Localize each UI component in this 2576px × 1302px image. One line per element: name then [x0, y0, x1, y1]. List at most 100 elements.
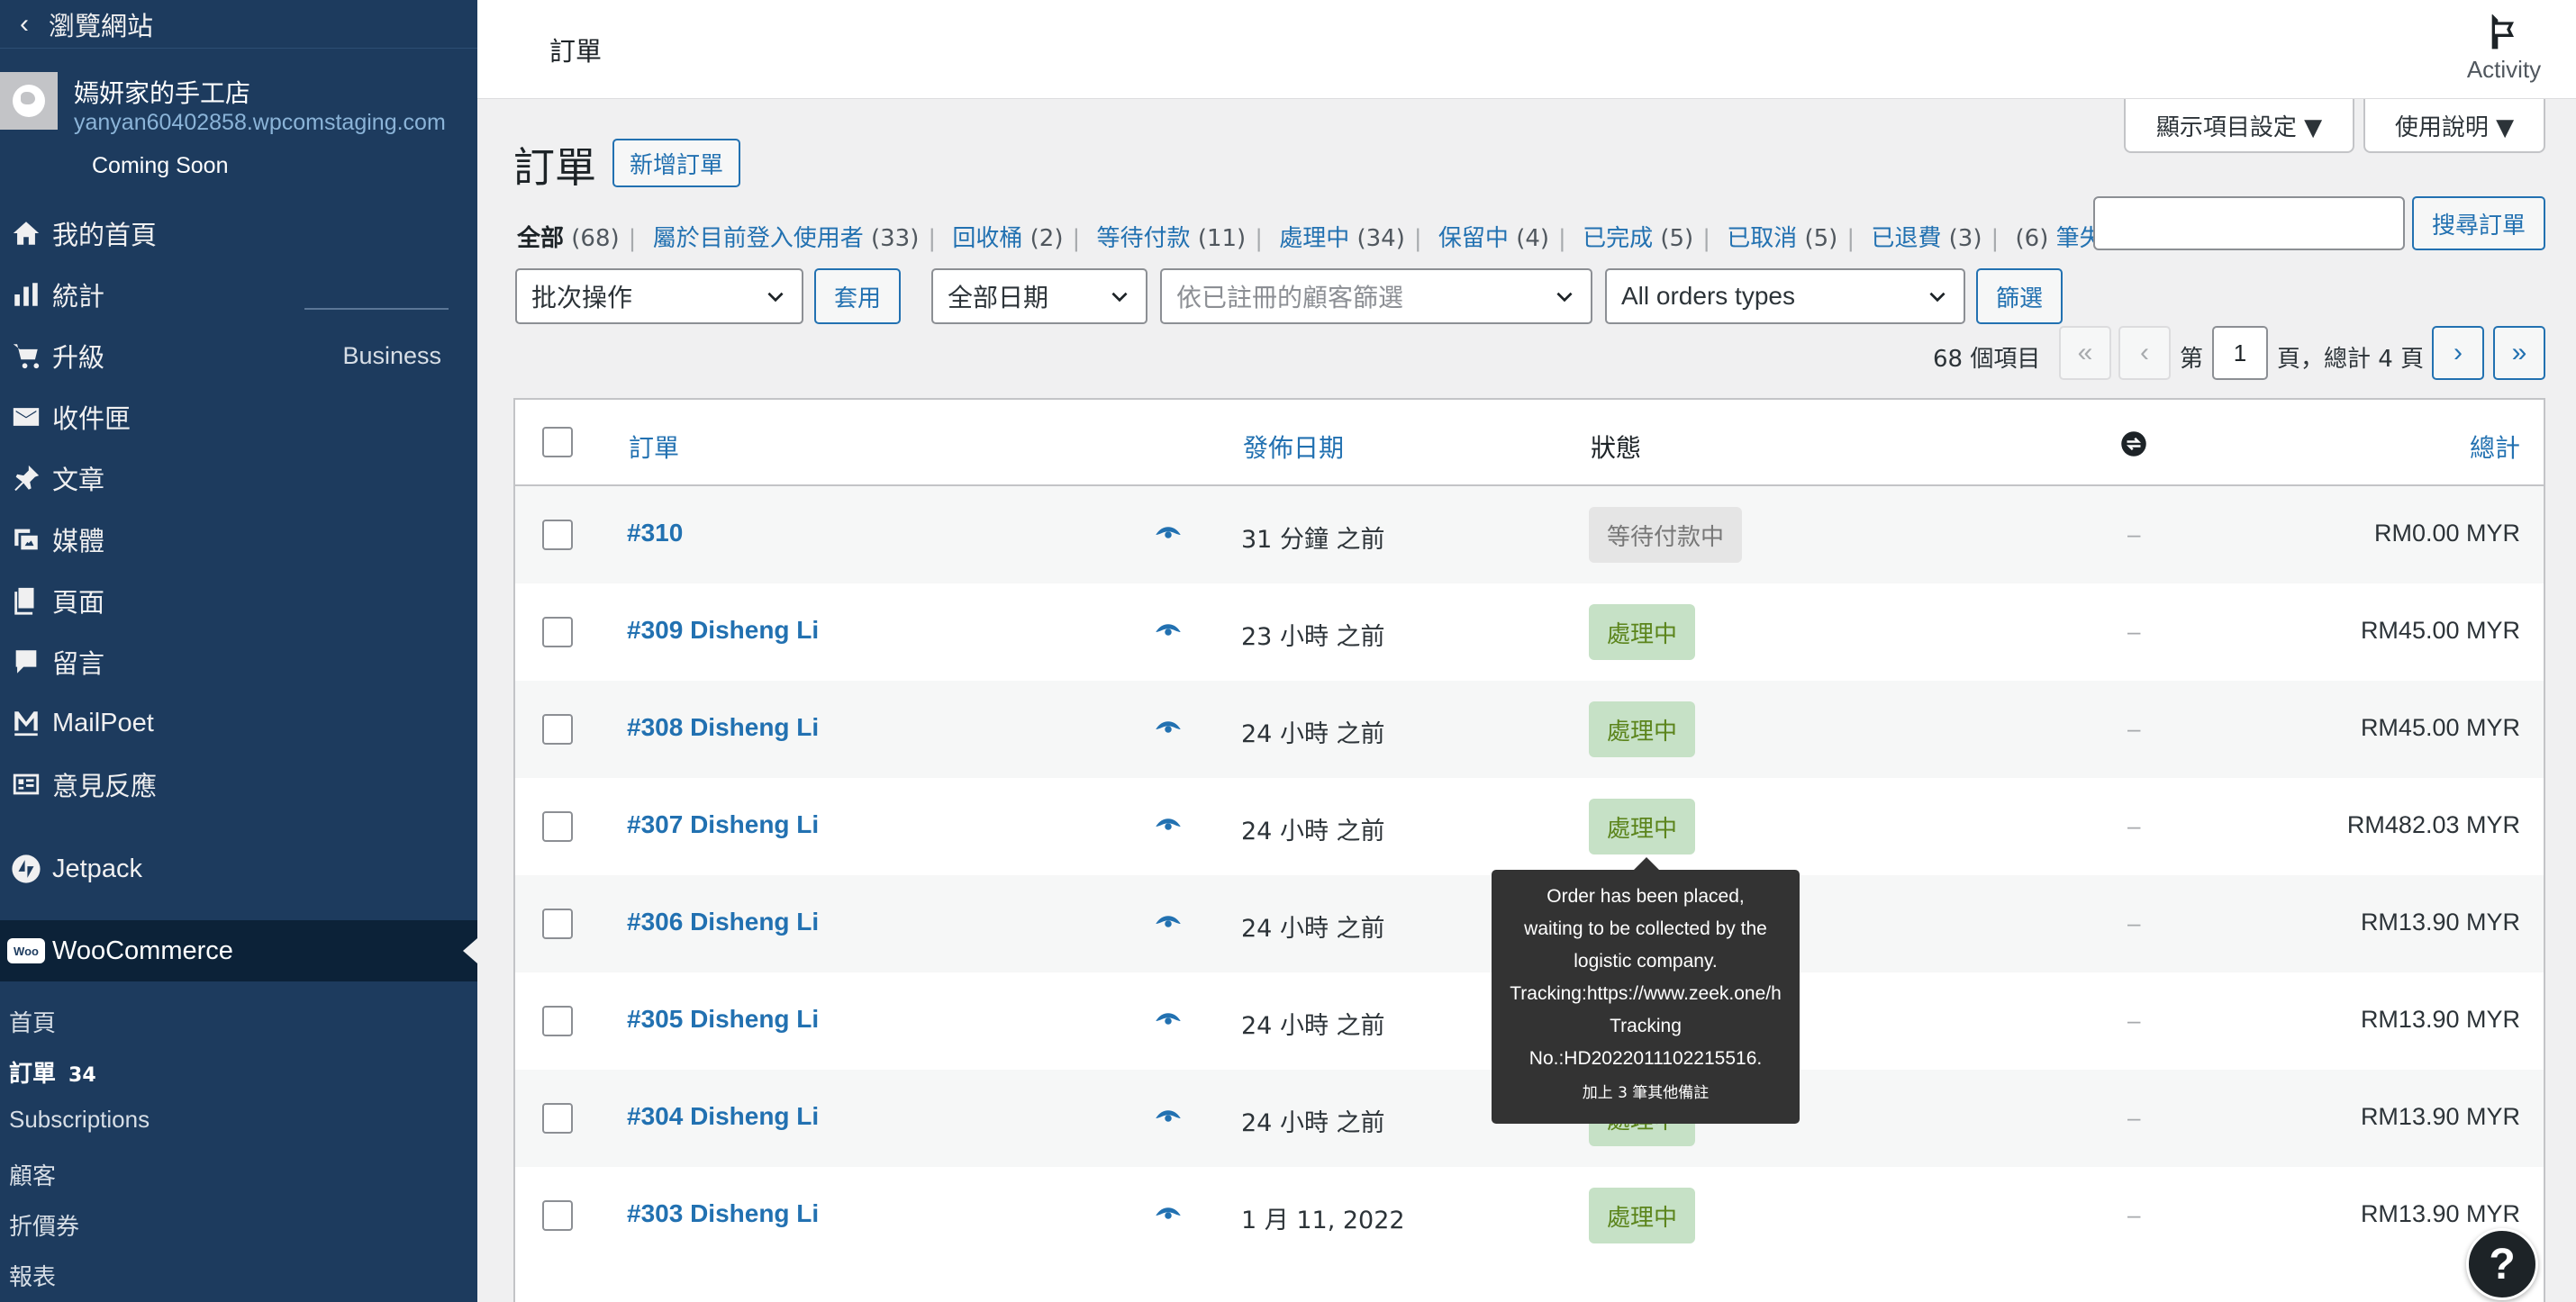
- column-order[interactable]: 訂單: [629, 429, 679, 465]
- bulk-actions-select[interactable]: 批次操作: [515, 268, 803, 324]
- row-checkbox[interactable]: [542, 714, 573, 745]
- row-checkbox[interactable]: [542, 1200, 573, 1231]
- eye-icon[interactable]: [1155, 910, 1182, 937]
- order-total: RM0.00 MYR: [2373, 520, 2520, 547]
- current-page-input[interactable]: 1: [2212, 326, 2268, 380]
- order-date: 24 小時 之前: [1241, 1012, 1385, 1040]
- site-switcher[interactable]: 嫣妍家的手工店 yanyan60402858.wpcomstaging.com …: [0, 65, 477, 191]
- sidebar-item-mailpoet[interactable]: MailPoet: [0, 693, 477, 753]
- pin-icon: [0, 463, 52, 493]
- row-checkbox[interactable]: [542, 520, 573, 550]
- last-page-button[interactable]: »: [2493, 326, 2545, 380]
- sidebar-item-jetpack[interactable]: Jetpack: [0, 839, 477, 899]
- sidebar-item-comments[interactable]: 留言: [0, 632, 477, 692]
- order-link[interactable]: #310: [627, 519, 683, 547]
- filter-trash[interactable]: 回收桶: [952, 225, 1022, 252]
- row-checkbox[interactable]: [542, 909, 573, 939]
- row-checkbox[interactable]: [542, 1103, 573, 1134]
- submenu-customers[interactable]: 顧客: [9, 1158, 56, 1191]
- first-page-button[interactable]: «: [2059, 326, 2111, 380]
- order-link[interactable]: #308 Disheng Li: [627, 713, 819, 742]
- eye-icon[interactable]: [1155, 619, 1182, 646]
- sidebar-item-stats[interactable]: 統計: [0, 265, 477, 324]
- sidebar-item-my-home[interactable]: 我的首頁: [0, 203, 477, 263]
- help-button[interactable]: ?: [2466, 1228, 2538, 1300]
- filter-cancelled-count: (5): [1804, 225, 1838, 252]
- chevron-down-icon: [1556, 292, 1573, 303]
- top-bar: 訂單 Activity: [477, 0, 2576, 99]
- column-date[interactable]: 發佈日期: [1243, 429, 1344, 465]
- eye-icon[interactable]: [1155, 813, 1182, 840]
- order-search-input[interactable]: [2093, 196, 2405, 250]
- status-badge: 處理中: [1589, 701, 1696, 757]
- order-link[interactable]: #307 Disheng Li: [627, 810, 819, 839]
- add-order-button[interactable]: 新增訂單: [612, 139, 740, 187]
- order-link[interactable]: #305 Disheng Li: [627, 1005, 819, 1034]
- table-row[interactable]: #303 Disheng Li 1 月 11, 2022 處理中 – RM13.90 M…: [515, 1167, 2544, 1264]
- filter-mine[interactable]: 屬於目前登入使用者: [653, 225, 864, 252]
- order-link[interactable]: #309 Disheng Li: [627, 616, 819, 645]
- submenu-subscriptions[interactable]: Subscriptions: [9, 1106, 150, 1134]
- page-icon: [0, 585, 52, 616]
- filter-processing[interactable]: 處理中: [1279, 225, 1349, 252]
- customer-filter-select[interactable]: 依已註冊的顧客篩選: [1160, 268, 1592, 324]
- visit-site-link[interactable]: ‹ 瀏覽網站: [0, 0, 477, 49]
- sidebar-item-pages[interactable]: 頁面: [0, 571, 477, 630]
- status-badge: 處理中: [1589, 799, 1696, 854]
- site-globe-icon: [0, 72, 58, 130]
- table-row[interactable]: #310 31 分鐘 之前 等待付款中 – RM0.00 MYR: [515, 486, 2544, 583]
- select-all-checkbox[interactable]: [542, 427, 573, 457]
- submenu-coupons[interactable]: 折價券: [9, 1208, 79, 1242]
- top-bar-title: 訂單: [549, 36, 603, 67]
- filter-button[interactable]: 篩選: [1976, 268, 2063, 324]
- customer-filter-placeholder: 依已註冊的顧客篩選: [1176, 283, 1404, 312]
- activity-button[interactable]: Activity: [2459, 14, 2549, 84]
- filter-on-hold[interactable]: 保留中: [1438, 225, 1509, 252]
- sidebar-item-media[interactable]: 媒體: [0, 510, 477, 569]
- chevron-left-icon: ‹: [20, 8, 29, 39]
- site-url[interactable]: yanyan60402858.wpcomstaging.com: [74, 110, 477, 136]
- filter-completed[interactable]: 已完成: [1583, 225, 1653, 252]
- eye-icon[interactable]: [1155, 1008, 1182, 1035]
- sidebar-item-inbox[interactable]: 收件匣: [0, 387, 477, 447]
- order-type-select[interactable]: All orders types: [1605, 268, 1965, 324]
- table-row[interactable]: #309 Disheng Li 23 小時 之前 處理中 – RM45.00 MYR: [515, 583, 2544, 681]
- table-row[interactable]: #307 Disheng Li 24 小時 之前 處理中 – RM482.03 MYR: [515, 778, 2544, 875]
- row-checkbox[interactable]: [542, 1006, 573, 1036]
- help-tab-button[interactable]: 使用說明 ▼: [2363, 99, 2545, 153]
- submenu-reports[interactable]: 報表: [9, 1259, 56, 1292]
- prev-page-button[interactable]: ‹: [2118, 326, 2171, 380]
- site-name: 嫣妍家的手工店: [74, 78, 251, 108]
- date-filter-select[interactable]: 全部日期: [931, 268, 1147, 324]
- screen-options-button[interactable]: 顯示項目設定 ▼: [2124, 99, 2354, 153]
- order-link[interactable]: #306 Disheng Li: [627, 908, 819, 936]
- order-link[interactable]: #303 Disheng Li: [627, 1199, 819, 1228]
- row-checkbox[interactable]: [542, 617, 573, 647]
- submenu-orders[interactable]: 訂單 34: [9, 1055, 96, 1089]
- eye-icon[interactable]: [1155, 716, 1182, 743]
- sidebar-item-posts[interactable]: 文章: [0, 448, 477, 508]
- submenu-home[interactable]: 首頁: [9, 1005, 56, 1038]
- eye-icon[interactable]: [1155, 521, 1182, 548]
- order-link[interactable]: #304 Disheng Li: [627, 1102, 819, 1131]
- sidebar-item-feedback[interactable]: 意見反應: [0, 755, 477, 814]
- order-date: 24 小時 之前: [1241, 915, 1385, 943]
- filter-cancelled[interactable]: 已取消: [1727, 225, 1797, 252]
- sidebar-item-woocommerce[interactable]: Woo WooCommerce: [0, 920, 477, 981]
- filter-all[interactable]: 全部: [517, 225, 564, 252]
- search-orders-button[interactable]: 搜尋訂單: [2412, 196, 2545, 250]
- sidebar-item-label: Jetpack: [52, 854, 142, 883]
- orders-count-badge: 34: [68, 1064, 96, 1087]
- status-badge: 處理中: [1589, 604, 1696, 660]
- row-checkbox[interactable]: [542, 811, 573, 842]
- activity-label: Activity: [2466, 56, 2542, 83]
- apply-button[interactable]: 套用: [814, 268, 901, 324]
- eye-icon[interactable]: [1155, 1105, 1182, 1132]
- eye-icon[interactable]: [1155, 1202, 1182, 1229]
- filter-refunded[interactable]: 已退費: [1871, 225, 1941, 252]
- sidebar-item-upgrades[interactable]: 升級 Business: [0, 326, 477, 385]
- table-row[interactable]: #308 Disheng Li 24 小時 之前 處理中 – RM45.00 MYR: [515, 681, 2544, 778]
- filter-pending[interactable]: 等待付款: [1097, 225, 1191, 252]
- column-total[interactable]: 總計: [2470, 429, 2520, 465]
- next-page-button[interactable]: ›: [2432, 326, 2484, 380]
